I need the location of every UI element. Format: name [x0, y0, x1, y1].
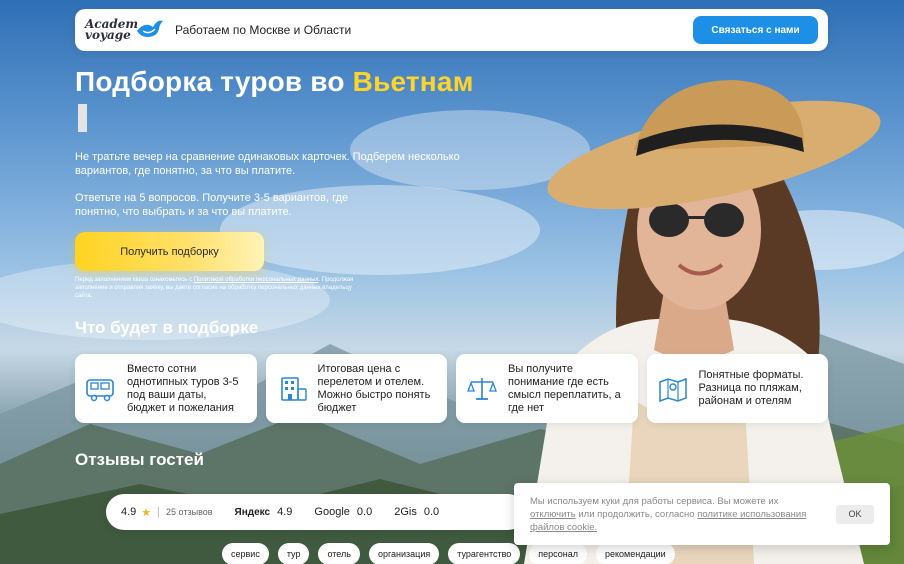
tag-recommendations[interactable]: рекомендации — [596, 543, 675, 564]
review-tags: сервис тур отель организация турагентств… — [222, 543, 675, 564]
source-google-name: Google — [314, 506, 350, 518]
tag-organization[interactable]: организация — [368, 543, 440, 564]
logo-line2: voyage — [85, 28, 131, 42]
tag-hotel[interactable]: отель — [318, 543, 360, 564]
tag-service[interactable]: сервис — [222, 543, 269, 564]
hotel-icon — [280, 376, 307, 401]
hero-title-main: Подборка туров во — [75, 66, 345, 97]
source-2gis-value: 0.0 — [423, 506, 440, 518]
cookie-text-middle: или продолжить, согласно — [575, 508, 698, 520]
site-logo[interactable]: Academ voyage — [85, 13, 171, 47]
reviews-title: Отзывы гостей — [75, 450, 204, 469]
legal-note: Перед заполнением квиза ознакомьтесь с П… — [75, 276, 365, 300]
hero-title: Подборка туров во Вьетнам — [75, 66, 474, 98]
features-title: Что будет в подборке — [75, 318, 259, 337]
privacy-policy-link[interactable]: Политикой обработки персональных данных — [194, 277, 319, 283]
feature-card: Вместо сотни однотипных туров 3-5 под ва… — [75, 354, 257, 423]
cookie-disable-link[interactable]: отключить — [530, 509, 576, 520]
source-yandex-value: 4.9 — [277, 506, 293, 518]
feature-text: Вместо сотни однотипных туров 3-5 под ва… — [127, 362, 239, 414]
ratings-bar: 4.9 ★ | 25 отзывов Яндекс 4.9 Google 0.0… — [106, 494, 526, 530]
star-icon: ★ — [141, 506, 152, 519]
cookie-ok-button[interactable]: OK — [836, 504, 874, 524]
hero-paragraph-1: Не тратьте вечер на сравнение одинаковых… — [75, 151, 460, 177]
header-tagline: Работаем по Москве и Области — [175, 23, 352, 37]
contact-us-button[interactable]: Связаться с нами — [693, 16, 818, 44]
legal-text-before: Перед заполнением квиза ознакомьтесь с — [75, 277, 194, 283]
source-2gis-name: 2Gis — [394, 506, 417, 518]
hero-paragraph-2: Ответьте на 5 вопросов. Получите 3-5 вар… — [75, 192, 349, 218]
feature-text: Понятные форматы. Разница по пляжам, рай… — [698, 369, 804, 407]
feature-card: Итоговая цена с перелетом и отелем. Можн… — [265, 354, 447, 423]
reviews-count: 25 отзывов — [166, 507, 213, 517]
source-google-value: 0.0 — [356, 506, 373, 518]
scales-icon — [467, 377, 497, 400]
feature-text: Вы получите понимание где есть смысл пер… — [508, 362, 621, 414]
tag-travel-agency[interactable]: турагентство — [448, 543, 521, 564]
feature-cards: Вместо сотни однотипных туров 3-5 под ва… — [75, 354, 828, 423]
cookie-banner: Мы используем куки для работы сервиса. В… — [514, 483, 890, 545]
hero-title-accent: Вьетнам — [352, 66, 474, 97]
top-header: Academ voyage Работаем по Москве и Облас… — [75, 9, 828, 51]
bus-icon — [86, 378, 114, 401]
feature-text: Итоговая цена с перелетом и отелем. Можн… — [317, 362, 431, 414]
feature-card: Вы получите понимание где есть смысл пер… — [456, 354, 638, 423]
typing-caret — [78, 104, 87, 132]
divider: | — [157, 506, 161, 518]
tag-staff[interactable]: персонал — [529, 543, 587, 564]
overall-rating: 4.9 — [121, 506, 137, 518]
source-yandex-name: Яндекс — [234, 506, 271, 518]
feature-card: Понятные форматы. Разница по пляжам, рай… — [646, 354, 828, 423]
map-icon — [658, 377, 687, 402]
bird-logo-icon — [137, 20, 163, 37]
get-selection-button[interactable]: Получить подборку — [75, 232, 264, 271]
cookie-text: Мы используем куки для работы сервиса. В… — [530, 495, 810, 534]
tag-tour[interactable]: тур — [277, 543, 310, 564]
cookie-text-before: Мы используем куки для работы сервиса. В… — [530, 495, 779, 507]
